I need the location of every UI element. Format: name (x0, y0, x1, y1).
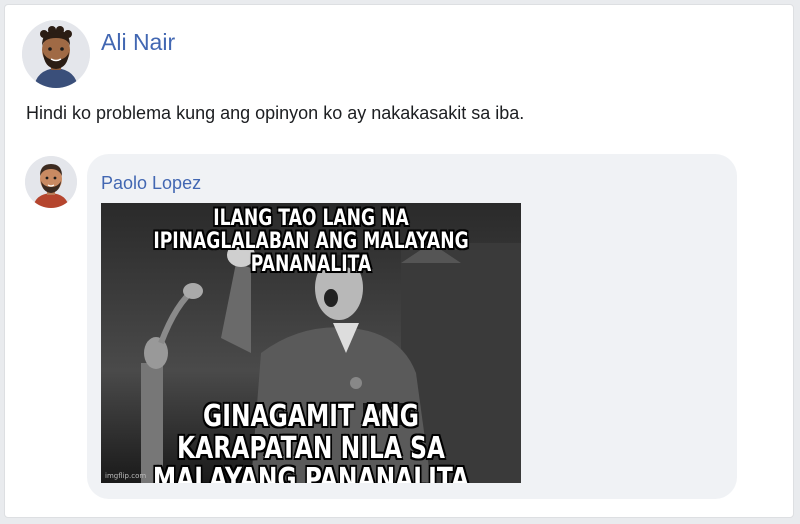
comment-author-avatar[interactable] (25, 156, 77, 208)
post-card: Ali Nair Hindi ko problema kung ang opin… (4, 4, 794, 518)
post-author-avatar[interactable] (22, 20, 90, 88)
meme-bottom-caption: GINAGAMIT ANG KARAPATAN NILA SA MALAYANG… (152, 399, 470, 483)
meme-top-caption: ILANG TAO LANG NA IPINAGLALABAN ANG MALA… (153, 206, 469, 278)
comment-bubble: Paolo Lopez ILANG TAO LANG NA IPINAGLALA… (87, 154, 737, 499)
comment-author-name[interactable]: Paolo Lopez (101, 173, 201, 194)
man-avatar-icon (25, 156, 77, 208)
meme-image[interactable]: ILANG TAO LANG NA IPINAGLALABAN ANG MALA… (101, 203, 521, 483)
post-author-name[interactable]: Ali Nair (101, 29, 175, 56)
meme-watermark: imgflip.com (105, 472, 147, 480)
bearded-man-avatar-icon (22, 20, 90, 88)
post-text: Hindi ko problema kung ang opinyon ko ay… (26, 103, 525, 123)
